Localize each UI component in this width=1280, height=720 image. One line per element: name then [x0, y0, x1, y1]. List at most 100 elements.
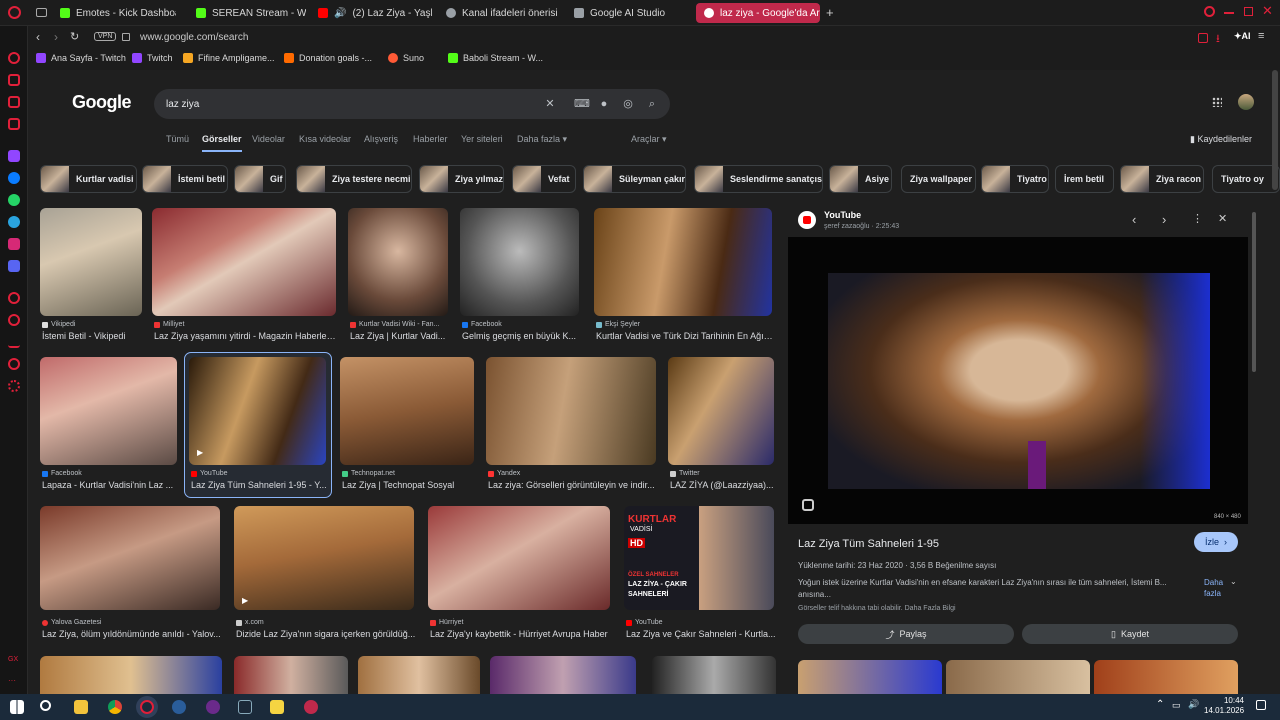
- chip-gif[interactable]: Gif: [234, 165, 286, 193]
- previous-arrow-icon[interactable]: ‹: [1132, 212, 1136, 227]
- search-icon[interactable]: [40, 700, 51, 711]
- result-thumbnail[interactable]: [189, 357, 326, 465]
- result-thumbnail[interactable]: [40, 506, 220, 610]
- windows-start-icon[interactable]: [10, 700, 24, 714]
- history-icon[interactable]: [8, 314, 20, 326]
- search-icon[interactable]: ⌕: [646, 98, 658, 110]
- image-result-partial[interactable]: [358, 656, 480, 694]
- result-title[interactable]: LAZ ZİYA (@Laazziyaa)...: [670, 480, 774, 490]
- tab-kanal-ifadeleri[interactable]: Kanal ifadeleri önerisi: [438, 3, 562, 23]
- app-icon[interactable]: [172, 700, 186, 714]
- whatsapp-icon[interactable]: [8, 194, 20, 206]
- result-title[interactable]: Gelmiş geçmiş en büyük K...: [462, 331, 580, 341]
- tab-more[interactable]: Daha fazla ▾: [517, 134, 567, 145]
- tab-news[interactable]: Haberler: [413, 134, 448, 144]
- save-button[interactable]: ▯ Kaydet: [1022, 624, 1238, 644]
- page-scrollbar[interactable]: [1272, 70, 1278, 190]
- preview-title[interactable]: Laz Ziya Tüm Sahneleri 1-95: [798, 538, 939, 550]
- google-logo[interactable]: Google: [72, 92, 132, 113]
- chevron-down-icon[interactable]: ⌄: [1230, 577, 1237, 586]
- result-thumbnail[interactable]: [340, 357, 474, 465]
- bookmark-suno[interactable]: Suno: [388, 53, 424, 63]
- menu-icon[interactable]: ≡: [1258, 30, 1264, 42]
- panel-scrollbar[interactable]: [1252, 212, 1256, 372]
- result-title[interactable]: Kurtlar Vadisi ve Türk Dizi Tarihinin En…: [596, 331, 774, 341]
- network-icon[interactable]: ▭: [1172, 700, 1181, 711]
- related-image[interactable]: [946, 660, 1090, 694]
- chip-vefat[interactable]: Vefat: [512, 165, 576, 193]
- chip-suleyman-cakir[interactable]: Süleyman çakır: [583, 165, 686, 193]
- chip-ziya-testere-necmi[interactable]: Ziya testere necmi: [296, 165, 412, 193]
- tab-shopping[interactable]: Alışveriş: [364, 134, 398, 144]
- lock-icon[interactable]: [122, 33, 130, 41]
- result-title[interactable]: Lapaza - Kurtlar Vadisi'nin Laz ...: [42, 480, 178, 490]
- workspaces-icon[interactable]: [36, 8, 47, 17]
- lens-icon[interactable]: ◎: [622, 98, 634, 110]
- app-icon[interactable]: [270, 700, 284, 714]
- result-thumbnail[interactable]: [40, 208, 142, 316]
- steam-icon[interactable]: [238, 700, 252, 714]
- gx-icon[interactable]: GX: [8, 656, 20, 668]
- tab-all[interactable]: Tümü: [166, 134, 189, 144]
- aria-icon[interactable]: [8, 52, 20, 64]
- chip-seslendirme-sanatcisi[interactable]: Seslendirme sanatçısı: [694, 165, 823, 193]
- more-options-icon[interactable]: ⋮: [1192, 212, 1203, 225]
- back-button[interactable]: ‹: [36, 30, 40, 44]
- result-title[interactable]: Laz ziya: Görselleri görüntüleyin ve ind…: [488, 480, 656, 490]
- apps-grid-icon[interactable]: [1212, 97, 1222, 107]
- tab-shorts[interactable]: Kısa videolar: [299, 134, 351, 144]
- maximize-button[interactable]: [1244, 7, 1253, 16]
- result-title[interactable]: Dizide Laz Ziya'nın sigara içerken görül…: [236, 629, 416, 639]
- opera-gx-icon[interactable]: [140, 700, 154, 714]
- bookmark-baboli[interactable]: Baboli Stream - W...: [448, 53, 543, 63]
- image-result[interactable]: Milliyet Laz Ziya yaşamını yitirdi - Mag…: [152, 208, 336, 342]
- vpn-badge[interactable]: VPN: [94, 32, 117, 41]
- tab-sites[interactable]: Yer siteleri: [461, 134, 503, 144]
- microphone-icon[interactable]: ●: [598, 98, 610, 110]
- preview-image[interactable]: [828, 273, 1210, 489]
- tab-videos[interactable]: Videolar: [252, 134, 285, 144]
- avatar[interactable]: [1238, 94, 1254, 110]
- image-result[interactable]: Twitter LAZ ZİYA (@Laazziyaa)...: [668, 357, 776, 491]
- tips-icon[interactable]: [8, 358, 20, 370]
- bookmark-twitch[interactable]: Twitch: [132, 53, 173, 63]
- tab-youtube-laz-ziya[interactable]: 🔊 (2) Laz Ziya - Yaşlandı: [310, 3, 432, 23]
- more-link[interactable]: Daha fazla: [1204, 577, 1228, 599]
- image-result[interactable]: Facebook Lapaza - Kurtlar Vadisi'nin Laz…: [40, 357, 178, 491]
- file-explorer-icon[interactable]: [74, 700, 88, 714]
- telegram-icon[interactable]: [8, 216, 20, 228]
- url-field[interactable]: www.google.com/search: [140, 32, 248, 43]
- download-icon[interactable]: ⭳: [1216, 30, 1220, 49]
- related-image[interactable]: [798, 660, 942, 694]
- clock[interactable]: 10:44 14.01.2026: [1204, 696, 1244, 716]
- minimize-button[interactable]: [1224, 12, 1234, 14]
- share-button[interactable]: ⤴ Paylaş: [798, 624, 1014, 644]
- preview-image-frame[interactable]: 840 × 480: [788, 237, 1248, 524]
- messenger-icon[interactable]: [8, 172, 20, 184]
- tray-chevron-icon[interactable]: ⌃: [1156, 699, 1164, 710]
- clear-icon[interactable]: ✕: [544, 98, 556, 110]
- bookmark-fifine[interactable]: Fifine Ampligame...: [183, 53, 275, 63]
- result-title[interactable]: Laz Ziya'yı kaybettik - Hürriyet Avrupa …: [430, 629, 612, 639]
- bookmark-donation[interactable]: Donation goals -...: [284, 53, 372, 63]
- image-result[interactable]: Facebook Gelmiş geçmiş en büyük K...: [460, 208, 582, 342]
- result-thumbnail[interactable]: [234, 506, 414, 610]
- chip-asiye[interactable]: Asiye: [829, 165, 892, 193]
- app-icon[interactable]: [304, 700, 318, 714]
- chip-ziya-wallpaper[interactable]: Ziya wallpaper: [901, 165, 976, 193]
- close-icon[interactable]: ✕: [1218, 212, 1227, 225]
- result-title[interactable]: İstemi Betil - Vikipedi: [42, 331, 142, 341]
- result-thumbnail[interactable]: [40, 357, 177, 465]
- learn-more-link[interactable]: Daha Fazla Bilgi: [905, 605, 956, 612]
- chip-kurtlar-vadisi[interactable]: Kurtlar vadisi: [40, 165, 137, 193]
- image-result-partial[interactable]: [234, 656, 348, 694]
- result-thumbnail[interactable]: [460, 208, 579, 316]
- image-result-selected[interactable]: ▶ YouTube Laz Ziya Tüm Sahneleri 1-95 - …: [184, 352, 332, 498]
- image-result[interactable]: ▶ x.com Dizide Laz Ziya'nın sigara içerk…: [234, 506, 416, 640]
- instagram-icon[interactable]: [8, 238, 20, 250]
- image-result[interactable]: Hürriyet Laz Ziya'yı kaybettik - Hürriye…: [428, 506, 612, 640]
- keyboard-icon[interactable]: ⌨: [574, 98, 590, 110]
- result-thumbnail[interactable]: [594, 208, 772, 316]
- volume-icon[interactable]: 🔊: [1188, 699, 1199, 710]
- search-tabs-icon[interactable]: [1204, 6, 1215, 17]
